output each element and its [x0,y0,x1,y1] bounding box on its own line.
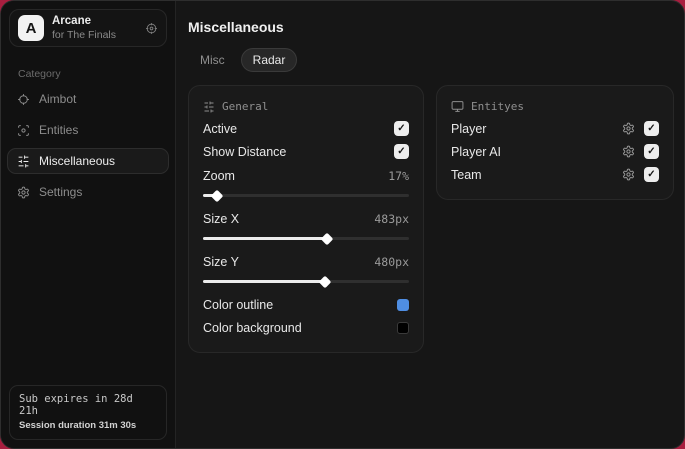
sub-expiry-text: Sub expires in 28d 21h [19,393,133,417]
size-y-slider[interactable] [203,275,409,288]
slider-value: 480px [374,254,409,269]
main-content: Miscellaneous Misc Radar General Active … [176,1,684,448]
sidebar-item-miscellaneous[interactable]: Miscellaneous [7,148,169,174]
entity-row-player-ai: Player AI ✓ [451,140,659,163]
monitor-icon [451,100,464,113]
gear-icon [17,186,30,199]
player-settings-gear-icon[interactable] [622,122,635,135]
team-checkbox[interactable]: ✓ [644,167,659,182]
show-distance-checkbox[interactable]: ✓ [394,144,409,159]
slider-value: 483px [374,211,409,226]
sidebar-item-label: Aimbot [39,92,77,106]
entities-panel-title: Entityes [471,100,524,113]
brand-logo: A [18,15,44,41]
sidebar-item-label: Entities [39,123,79,137]
page-title: Miscellaneous [188,19,284,35]
brand-gear-icon[interactable] [145,22,158,35]
toggle-label: Active [203,121,238,136]
category-label: Category [18,68,61,80]
color-background-row: Color background [203,316,409,339]
session-duration-text: Session duration 31m 30s [19,420,137,431]
slider-fill [203,280,325,283]
toggle-row-show-distance: Show Distance ✓ [203,140,409,163]
color-label: Color background [203,320,302,335]
slider-label: Size Y [203,254,239,269]
slider-value: 17% [388,168,409,183]
panels-row: General Active ✓ Show Distance ✓ Zoom 17… [188,85,674,353]
tab-bar: Misc Radar [188,48,674,72]
subscription-status-card: Sub expires in 28d 21h Session duration … [9,385,167,440]
brand-card: A Arcane for The Finals [9,9,167,47]
slider-header: Size Y 480px [203,250,409,273]
general-panel-header: General [203,100,409,113]
brand-subtitle: for The Finals [52,28,116,41]
sidebar-item-settings[interactable]: Settings [7,179,169,205]
slider-fill [203,237,327,240]
app-window: A Arcane for The Finals Category Aimbot … [0,0,685,449]
color-outline-row: Color outline [203,293,409,316]
sidebar-item-label: Miscellaneous [39,154,116,168]
size-y-slider-group: Size Y 480px [203,250,409,288]
brand-text: Arcane for The Finals [52,15,116,40]
toggle-row-active: Active ✓ [203,117,409,140]
sidebar-nav: Aimbot Entities Miscellaneous Settings [1,86,175,205]
size-x-slider[interactable] [203,232,409,245]
team-settings-gear-icon[interactable] [622,168,635,181]
entity-label: Player [451,121,487,136]
color-label: Color outline [203,297,274,312]
tab-misc[interactable]: Misc [188,48,237,72]
sidebar: A Arcane for The Finals Category Aimbot … [1,1,176,448]
size-x-slider-group: Size X 483px [203,207,409,245]
color-outline-swatch[interactable] [397,298,409,311]
slider-header: Zoom 17% [203,164,409,187]
active-checkbox[interactable]: ✓ [394,121,409,136]
sliders-icon [17,155,30,168]
sidebar-item-aimbot[interactable]: Aimbot [7,86,169,112]
scan-icon [17,124,30,137]
toggle-label: Show Distance [203,144,287,159]
entity-label: Player AI [451,144,502,159]
entities-panel: Entityes Player ✓ Player AI ✓ Team ✓ [436,85,674,200]
zoom-slider-group: Zoom 17% [203,164,409,202]
sidebar-item-entities[interactable]: Entities [7,117,169,143]
entity-row-team: Team ✓ [451,163,659,186]
tab-radar[interactable]: Radar [240,48,298,72]
player-ai-checkbox[interactable]: ✓ [644,144,659,159]
player-ai-settings-gear-icon[interactable] [622,145,635,158]
general-panel: General Active ✓ Show Distance ✓ Zoom 17… [188,85,424,353]
crosshair-icon [17,93,30,106]
slider-thumb[interactable] [318,275,331,288]
slider-thumb[interactable] [211,189,224,202]
entity-row-player: Player ✓ [451,117,659,140]
sliders-icon [203,101,215,113]
entities-panel-header: Entityes [451,100,659,113]
entity-label: Team [451,167,482,182]
player-checkbox[interactable]: ✓ [644,121,659,136]
brand-name: Arcane [52,15,91,28]
slider-header: Size X 483px [203,207,409,230]
slider-label: Size X [203,211,240,226]
slider-label: Zoom [203,168,235,183]
slider-thumb[interactable] [320,232,333,245]
general-panel-title: General [222,100,269,113]
color-background-swatch[interactable] [397,321,409,334]
zoom-slider[interactable] [203,189,409,202]
sidebar-item-label: Settings [39,185,83,199]
